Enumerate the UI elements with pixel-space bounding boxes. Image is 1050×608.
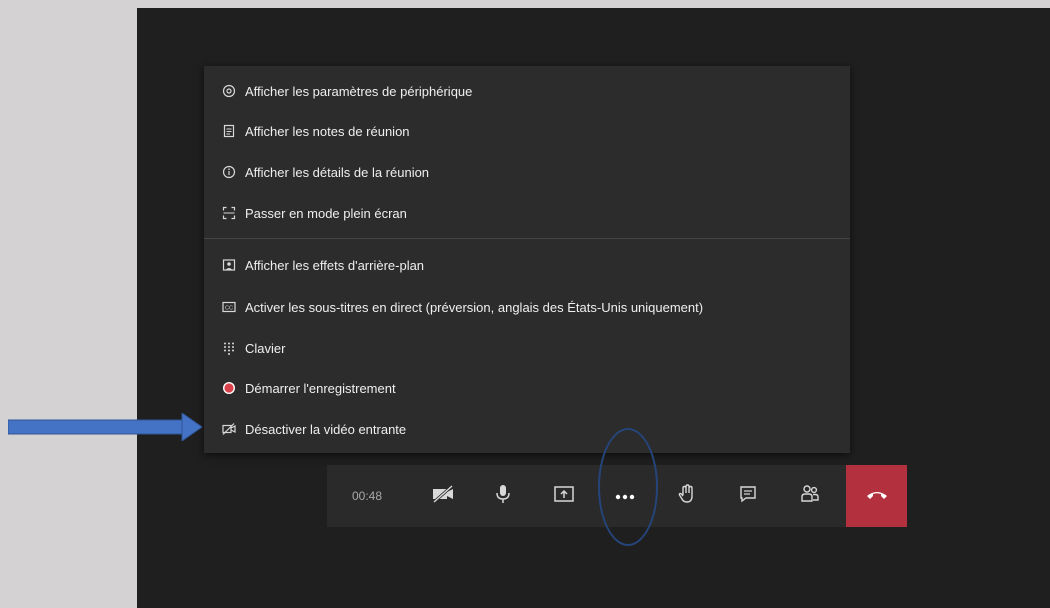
call-timer: 00:48 xyxy=(351,489,383,503)
background-effects-icon xyxy=(222,258,236,272)
participants-icon xyxy=(799,483,821,510)
chat-icon xyxy=(738,484,758,509)
annotation-arrow xyxy=(8,413,202,441)
more-options-menu: Afficher les paramètres de périphérique … xyxy=(204,66,850,453)
captions-icon: CC xyxy=(222,300,236,314)
menu-item-label: Afficher les effets d'arrière-plan xyxy=(245,257,425,273)
menu-item-label: Afficher les notes de réunion xyxy=(245,123,410,139)
share-screen-icon xyxy=(553,484,575,509)
menu-item-label: Démarrer l'enregistrement xyxy=(245,380,396,396)
menu-item-background-effects[interactable]: Afficher les effets d'arrière-plan xyxy=(204,248,850,282)
menu-item-label: Afficher les paramètres de périphérique xyxy=(245,83,473,99)
video-off-icon xyxy=(222,422,236,436)
menu-item-label: Passer en mode plein écran xyxy=(245,205,407,221)
menu-item-fullscreen[interactable]: Passer en mode plein écran xyxy=(204,196,850,230)
info-icon xyxy=(222,165,236,179)
menu-item-meeting-notes[interactable]: Afficher les notes de réunion xyxy=(204,114,850,148)
raise-hand-button[interactable] xyxy=(662,465,712,527)
hang-up-button[interactable] xyxy=(846,465,907,527)
menu-item-disable-incoming-video[interactable]: Désactiver la vidéo entrante xyxy=(204,412,850,446)
share-screen-button[interactable] xyxy=(539,465,589,527)
dialpad-icon xyxy=(222,341,236,355)
microphone-icon xyxy=(493,483,513,510)
menu-item-label: Afficher les détails de la réunion xyxy=(245,164,430,180)
menu-divider xyxy=(204,238,850,239)
participants-button[interactable] xyxy=(785,465,835,527)
raise-hand-icon xyxy=(677,483,697,510)
hang-up-icon xyxy=(865,487,889,505)
notes-icon xyxy=(222,124,236,138)
annotation-highlight-circle xyxy=(598,428,658,546)
svg-text:CC: CC xyxy=(225,305,233,311)
camera-off-icon xyxy=(431,484,455,509)
record-icon xyxy=(222,381,236,395)
microphone-button[interactable] xyxy=(478,465,528,527)
gear-icon xyxy=(222,84,236,98)
menu-item-label: Activer les sous-titres en direct (préve… xyxy=(245,299,704,315)
menu-item-meeting-details[interactable]: Afficher les détails de la réunion xyxy=(204,155,850,189)
camera-toggle-button[interactable] xyxy=(418,465,468,527)
chat-button[interactable] xyxy=(723,465,773,527)
fullscreen-icon xyxy=(222,206,236,220)
menu-item-label: Désactiver la vidéo entrante xyxy=(245,421,407,437)
menu-item-start-recording[interactable]: Démarrer l'enregistrement xyxy=(204,371,850,405)
menu-item-label: Clavier xyxy=(245,340,286,356)
menu-item-keypad[interactable]: Clavier xyxy=(204,331,850,365)
menu-item-device-settings[interactable]: Afficher les paramètres de périphérique xyxy=(204,74,850,108)
menu-item-live-captions[interactable]: CC Activer les sous-titres en direct (pr… xyxy=(204,290,850,324)
